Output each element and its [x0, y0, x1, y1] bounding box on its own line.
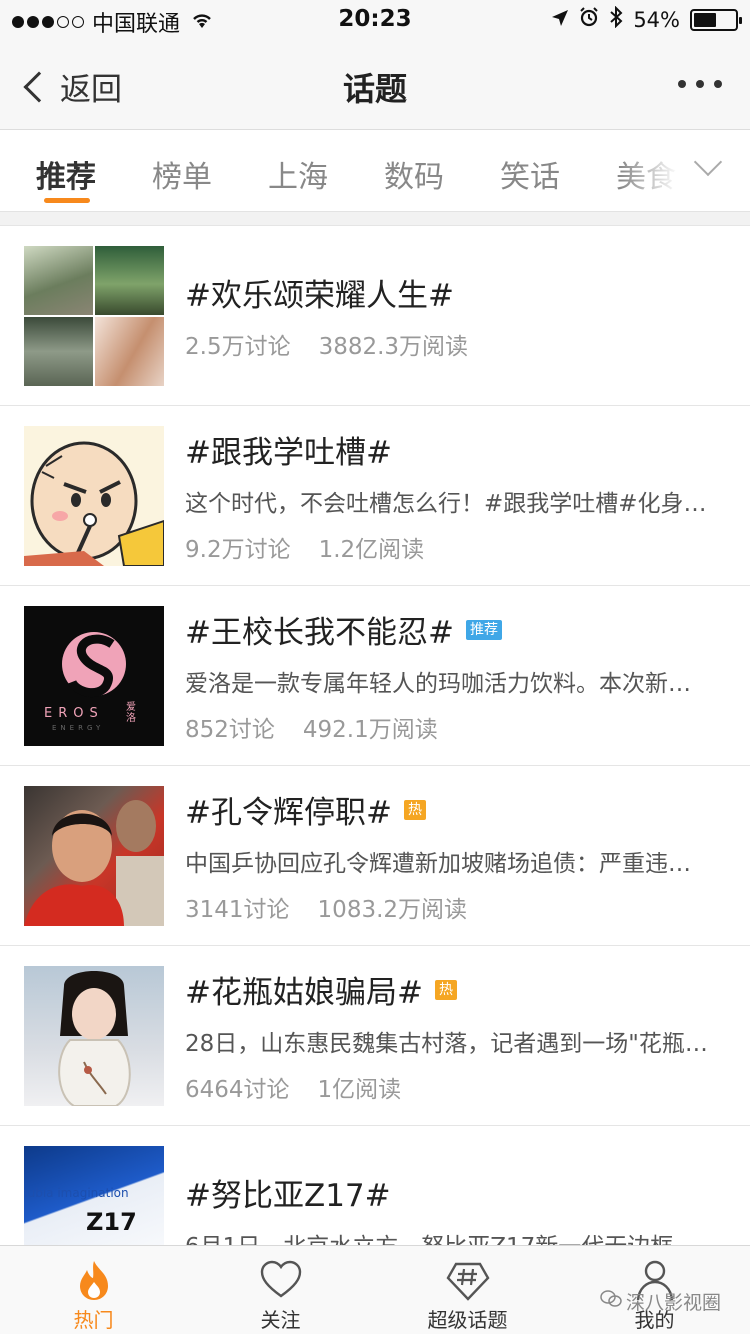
- flame-icon: [72, 1258, 116, 1302]
- alarm-clock-icon: [579, 7, 599, 32]
- topic-title: #欢乐颂荣耀人生#: [185, 278, 454, 314]
- topic-description: 爱洛是一款专属年轻人的玛咖活力饮料。本次新…: [185, 671, 691, 697]
- eros-logo-cn: 爱洛: [126, 702, 136, 724]
- battery-percent: 54%: [633, 7, 680, 32]
- topic-item[interactable]: #花瓶姑娘骗局# 热 28日，山东惠民魏集古村落，记者遇到一场"花瓶… 6464…: [0, 946, 750, 1126]
- nubia-model-text: Z17: [86, 1208, 137, 1236]
- topic-stats: 3141讨论 1083.2万阅读: [185, 890, 726, 924]
- wechat-icon: [600, 1290, 622, 1313]
- bottom-tab-label: 热门: [73, 1308, 114, 1332]
- bottom-tab-hot[interactable]: 热门: [0, 1246, 187, 1334]
- bottom-tab-label: 超级话题: [427, 1308, 508, 1332]
- eros-logo-thumbnail: EROS 爱洛 ENERGY: [24, 606, 164, 746]
- discussion-count: 2.5万讨论: [185, 334, 291, 360]
- status-right: 54%: [551, 5, 742, 33]
- read-count: 1083.2万阅读: [317, 897, 468, 923]
- topic-title: #努比亚Z17#: [185, 1178, 391, 1214]
- topic-item[interactable]: #欢乐颂荣耀人生# 2.5万讨论 3882.3万阅读: [0, 226, 750, 406]
- topic-item[interactable]: #跟我学吐槽# 这个时代，不会吐槽怎么行！#跟我学吐槽#化身… 9.2万讨论 1.…: [0, 406, 750, 586]
- hot-badge: 热: [434, 979, 457, 1000]
- read-count: 492.1万阅读: [302, 717, 438, 743]
- section-divider: [0, 212, 750, 226]
- topic-item[interactable]: EROS 爱洛 ENERGY #王校长我不能忍# 推荐 爱洛是一款专属年轻人的玛…: [0, 586, 750, 766]
- tab-ranking[interactable]: 榜单: [152, 152, 212, 196]
- topic-stats: 6464讨论 1亿阅读: [185, 1070, 726, 1104]
- topic-list: #欢乐颂荣耀人生# 2.5万讨论 3882.3万阅读 #跟我学吐槽# 这个时代，不…: [0, 226, 750, 1306]
- cartoon-face-thumbnail: [24, 426, 164, 566]
- eros-logo-sub: ENERGY: [52, 724, 105, 732]
- eros-logo-text: EROS: [44, 706, 104, 721]
- topic-description: 中国乒协回应孔令辉遭新加坡赌场追债：严重违…: [185, 851, 691, 877]
- discussion-count: 852讨论: [185, 717, 275, 743]
- topic-stats: 9.2万讨论 1.2亿阅读: [185, 530, 726, 564]
- bottom-tab-label: 关注: [260, 1308, 301, 1332]
- topic-title: #花瓶姑娘骗局#: [185, 975, 423, 1011]
- tabs-fade: [620, 130, 750, 211]
- topic-thumbnail-collage: [24, 246, 164, 386]
- tab-digital[interactable]: 数码: [384, 152, 444, 196]
- vase-girl-thumbnail: [24, 966, 164, 1106]
- bottom-tab-follow[interactable]: 关注: [187, 1246, 374, 1334]
- recommend-badge: 推荐: [465, 619, 502, 640]
- battery-icon: [690, 8, 742, 31]
- discussion-count: 3141讨论: [185, 897, 290, 923]
- discussion-count: 6464讨论: [185, 1077, 290, 1103]
- hashtag-diamond-icon: [446, 1258, 490, 1302]
- location-arrow-icon: [551, 8, 569, 32]
- read-count: 1.2亿阅读: [318, 537, 425, 563]
- tab-recommend[interactable]: 推荐: [36, 152, 96, 196]
- tab-jokes[interactable]: 笑话: [500, 152, 560, 196]
- topic-stats: 2.5万讨论 3882.3万阅读: [185, 327, 726, 361]
- bottom-tab-super-topic[interactable]: 超级话题: [374, 1246, 561, 1334]
- hot-badge: 热: [403, 799, 426, 820]
- topic-stats: 852讨论 492.1万阅读: [185, 710, 726, 744]
- tab-shanghai[interactable]: 上海: [268, 152, 328, 196]
- page-title: 话题: [342, 70, 407, 108]
- nubia-logo-text: nubia imagination: [24, 1186, 129, 1200]
- person-photo-thumbnail: [24, 786, 164, 926]
- read-count: 3882.3万阅读: [318, 334, 469, 360]
- topic-item[interactable]: #孔令辉停职# 热 中国乒协回应孔令辉遭新加坡赌场追债：严重违… 3141讨论 1…: [0, 766, 750, 946]
- more-options-icon[interactable]: [678, 80, 722, 88]
- heart-icon: [259, 1258, 303, 1302]
- watermark: 深八影视圈: [600, 1288, 721, 1315]
- topic-title: #跟我学吐槽#: [185, 435, 392, 471]
- status-bar: 中国联通 20:23 54%: [0, 0, 750, 40]
- discussion-count: 9.2万讨论: [185, 537, 291, 563]
- active-tab-indicator: [44, 198, 90, 203]
- topic-description: 28日，山东惠民魏集古村落，记者遇到一场"花瓶…: [185, 1031, 708, 1057]
- navigation-bar: 返回 话题: [0, 40, 750, 130]
- read-count: 1亿阅读: [317, 1077, 402, 1103]
- watermark-text: 深八影视圈: [626, 1292, 722, 1314]
- topic-title: #王校长我不能忍#: [185, 615, 454, 651]
- topic-description: 这个时代，不会吐槽怎么行！#跟我学吐槽#化身…: [185, 491, 707, 517]
- topic-title: #孔令辉停职#: [185, 795, 392, 831]
- category-tabs: 推荐 榜单 上海 数码 笑话 美食: [0, 130, 750, 212]
- bluetooth-icon: [609, 5, 623, 33]
